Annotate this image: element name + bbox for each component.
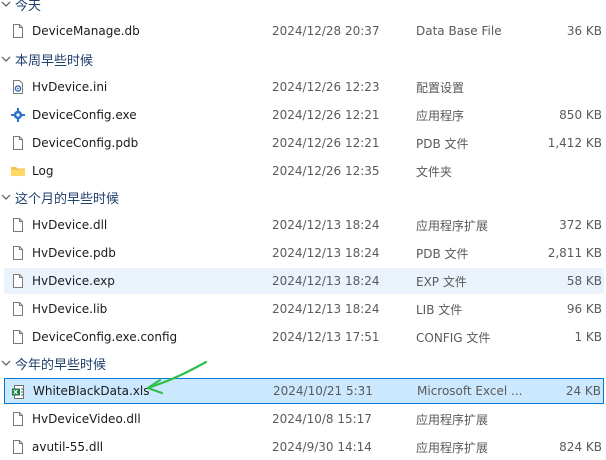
group-label: 本周早些时候 — [15, 53, 94, 69]
file-name: DeviceManage.db — [32, 24, 140, 38]
file-name: WhiteBlackData.xls — [33, 384, 150, 398]
group-header-this-week[interactable]: 本周早些时候 — [0, 48, 606, 70]
file-size: 96 KB — [566, 302, 602, 316]
file-date: 2024/10/8 15:17 — [272, 412, 372, 426]
chevron-down-icon — [1, 360, 11, 366]
file-icon — [10, 217, 26, 233]
file-size: 36 KB — [566, 24, 602, 38]
chevron-down-icon — [1, 1, 11, 7]
file-date: 2024/12/13 18:24 — [272, 274, 380, 288]
file-type: 文件夹 — [416, 164, 453, 179]
excel-file-icon — [11, 384, 27, 400]
file-type: PDB 文件 — [416, 246, 469, 261]
file-type: 配置设置 — [416, 80, 465, 95]
file-icon — [10, 301, 26, 317]
file-name: Log — [32, 164, 54, 178]
group-label: 这个月的早些时候 — [15, 191, 120, 207]
file-size: 58 KB — [566, 274, 602, 288]
file-date: 2024/12/13 18:24 — [272, 302, 380, 316]
folder-row[interactable]: Log 2024/12/26 12:35 文件夹 — [4, 158, 604, 184]
file-name: HvDevice.lib — [32, 302, 108, 316]
file-type: Data Base File — [416, 24, 502, 38]
file-type: CONFIG 文件 — [416, 330, 491, 345]
file-icon — [10, 329, 26, 345]
group-label: 今天 — [15, 0, 42, 14]
file-date: 2024/12/26 12:23 — [272, 80, 380, 94]
file-row[interactable]: DeviceConfig.exe.config 2024/12/13 17:51… — [4, 324, 604, 350]
file-type: 应用程序 — [416, 108, 465, 123]
file-name: HvDevice.pdb — [32, 246, 116, 260]
file-row[interactable]: DeviceConfig.pdb 2024/12/26 12:21 PDB 文件… — [4, 130, 604, 156]
chevron-down-icon — [1, 56, 11, 62]
file-size: 850 KB — [559, 108, 602, 122]
file-type: EXP 文件 — [416, 274, 467, 289]
file-type: PDB 文件 — [416, 136, 469, 151]
file-date: 2024/10/21 5:31 — [273, 384, 373, 398]
file-row[interactable]: HvDevice.lib 2024/12/13 18:24 LIB 文件 96 … — [4, 296, 604, 322]
file-type: 应用程序扩展 — [416, 412, 489, 427]
file-name: DeviceConfig.exe — [32, 108, 137, 122]
file-icon — [10, 411, 26, 427]
application-icon — [10, 107, 26, 123]
file-size: 1,412 KB — [547, 136, 602, 150]
file-row[interactable]: avutil-55.dll 2024/9/30 14:14 应用程序扩展 824… — [4, 434, 604, 460]
file-row-hovered[interactable]: HvDevice.exp 2024/12/13 18:24 EXP 文件 58 … — [4, 268, 604, 294]
file-list: 今天 DeviceManage.db 2024/12/28 20:37 Data… — [0, 0, 606, 456]
group-header-this-year[interactable]: 今年的早些时候 — [0, 352, 606, 374]
file-type: 应用程序扩展 — [416, 218, 489, 233]
file-icon — [10, 273, 26, 289]
file-row[interactable]: HvDevice.dll 2024/12/13 18:24 应用程序扩展 372… — [4, 212, 604, 238]
file-row[interactable]: HvDevice.ini 2024/12/26 12:23 配置设置 — [4, 74, 604, 100]
file-date: 2024/12/26 12:21 — [272, 108, 380, 122]
file-icon — [10, 135, 26, 151]
file-type: 应用程序扩展 — [416, 440, 489, 455]
file-size: 24 KB — [565, 384, 601, 398]
file-row[interactable]: DeviceConfig.exe 2024/12/26 12:21 应用程序 8… — [4, 102, 604, 128]
file-name: HvDevice.ini — [32, 80, 108, 94]
file-row[interactable]: HvDeviceVideo.dll 2024/10/8 15:17 应用程序扩展 — [4, 406, 604, 432]
file-size: 372 KB — [559, 218, 602, 232]
file-type: LIB 文件 — [416, 302, 463, 317]
file-date: 2024/12/13 18:24 — [272, 246, 380, 260]
file-type: Microsoft Excel ... — [417, 384, 523, 398]
file-row[interactable]: DeviceManage.db 2024/12/28 20:37 Data Ba… — [4, 18, 604, 44]
file-date: 2024/12/13 18:24 — [272, 218, 380, 232]
group-header-today[interactable]: 今天 — [0, 0, 606, 15]
file-size: 2,811 KB — [547, 246, 602, 260]
file-row[interactable]: HvDevice.pdb 2024/12/13 18:24 PDB 文件 2,8… — [4, 240, 604, 266]
file-date: 2024/9/30 14:14 — [272, 440, 372, 454]
file-name: DeviceConfig.exe.config — [32, 330, 178, 344]
file-icon — [10, 23, 26, 39]
file-size: 1 KB — [574, 330, 602, 344]
group-label: 今年的早些时候 — [15, 357, 107, 373]
settings-file-icon — [10, 79, 26, 95]
file-date: 2024/12/13 17:51 — [272, 330, 380, 344]
file-row-selected[interactable]: WhiteBlackData.xls 2024/10/21 5:31 Micro… — [4, 378, 604, 404]
file-icon — [10, 439, 26, 455]
file-name: HvDevice.exp — [32, 274, 115, 288]
chevron-down-icon — [1, 194, 11, 200]
file-date: 2024/12/26 12:35 — [272, 164, 380, 178]
group-header-this-month[interactable]: 这个月的早些时候 — [0, 186, 606, 208]
file-name: avutil-55.dll — [32, 440, 104, 454]
folder-icon — [10, 163, 26, 179]
file-date: 2024/12/26 12:21 — [272, 136, 380, 150]
file-size: 824 KB — [559, 440, 602, 454]
file-icon — [10, 245, 26, 261]
file-name: HvDevice.dll — [32, 218, 108, 232]
file-name: DeviceConfig.pdb — [32, 136, 139, 150]
file-name: HvDeviceVideo.dll — [32, 412, 141, 426]
file-date: 2024/12/28 20:37 — [272, 24, 380, 38]
